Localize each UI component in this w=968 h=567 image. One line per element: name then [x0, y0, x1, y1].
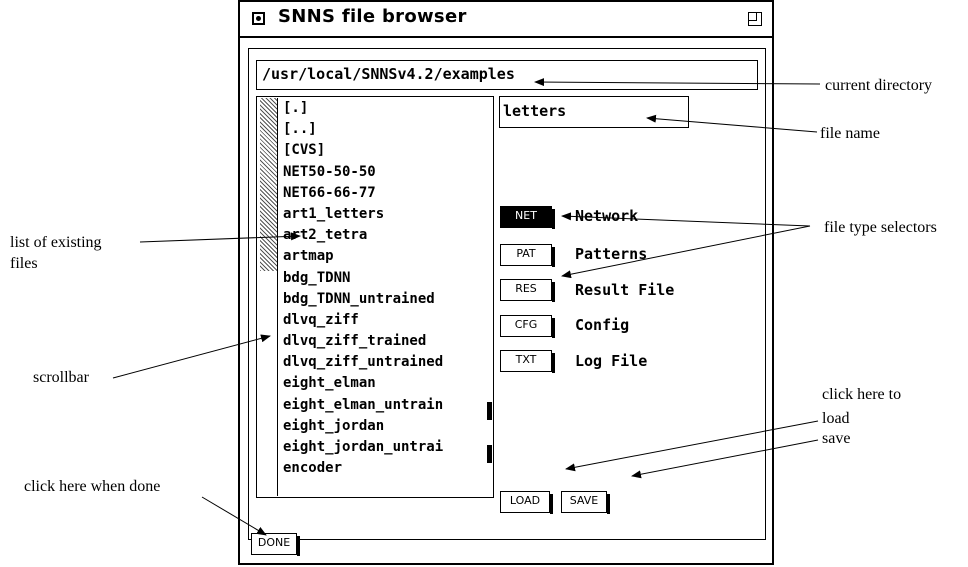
arrow-done [201, 496, 267, 536]
arrow-file-list [139, 232, 301, 243]
note-current-directory: current directory [825, 77, 933, 94]
note-scrollbar: scrollbar [33, 369, 89, 386]
note-list-line1: list of existing [10, 234, 102, 251]
arrow-load [565, 420, 819, 472]
note-file-type-selectors: file type selectors [824, 219, 937, 236]
note-save: save [822, 430, 851, 447]
note-click-here-to: click here to [822, 386, 902, 403]
arrow-scrollbar [112, 334, 271, 379]
arrow-type-res [561, 225, 811, 279]
note-click-done: click here when done [24, 478, 161, 495]
arrow-file-name [646, 114, 818, 133]
arrow-save [631, 439, 819, 479]
note-list-line2: files [10, 255, 38, 272]
note-file-name: file name [820, 125, 880, 142]
arrow-type-network [561, 212, 811, 227]
arrow-current-directory [534, 78, 821, 87]
note-load: load [822, 410, 850, 427]
